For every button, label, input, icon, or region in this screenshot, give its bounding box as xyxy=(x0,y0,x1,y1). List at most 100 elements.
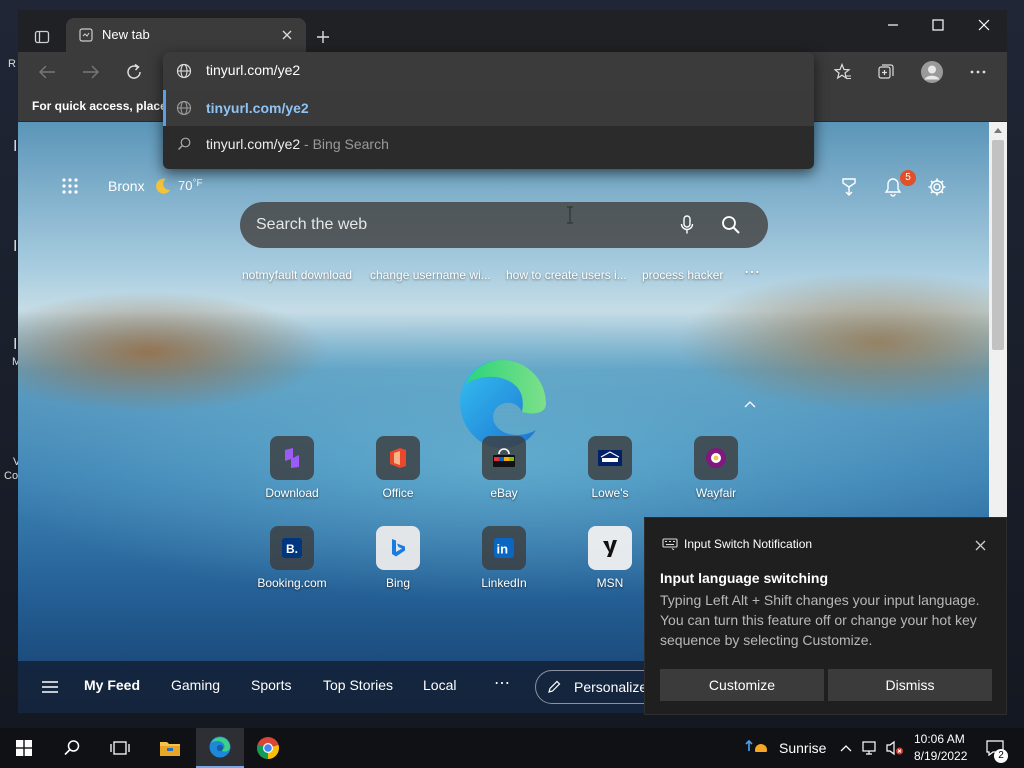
trending-search[interactable]: how to create users i... xyxy=(506,268,627,282)
text-cursor-icon xyxy=(566,206,574,224)
microphone-icon[interactable] xyxy=(676,214,698,236)
quick-link-download[interactable]: Download xyxy=(252,436,332,500)
hamburger-menu-icon[interactable] xyxy=(40,677,60,697)
favorites-bar-hint: For quick access, place y xyxy=(32,99,177,113)
network-icon[interactable] xyxy=(861,739,881,757)
weather-text[interactable]: Sunrise xyxy=(779,740,826,756)
toast-header: Input Switch Notification xyxy=(684,537,813,551)
quick-link-wayfair[interactable]: Wayfair xyxy=(676,436,756,500)
tab-actions-icon[interactable] xyxy=(28,24,56,50)
task-view-icon[interactable] xyxy=(96,728,144,768)
download-icon xyxy=(270,436,314,480)
quick-link-label: MSN xyxy=(596,576,624,590)
quick-link-office[interactable]: Office xyxy=(358,436,438,500)
booking-icon: B. xyxy=(270,526,314,570)
lowes-icon xyxy=(588,436,632,480)
rewards-icon[interactable] xyxy=(836,174,862,200)
start-windows-icon[interactable] xyxy=(0,728,48,768)
minimize-icon[interactable] xyxy=(870,10,916,40)
chrome-icon[interactable] xyxy=(244,728,292,768)
edge-taskbar-icon[interactable] xyxy=(196,728,244,768)
feed-tab-local[interactable]: Local xyxy=(423,677,456,693)
temperature-unit: °F xyxy=(192,178,203,189)
more-options-icon[interactable] xyxy=(963,58,993,86)
collections-icon[interactable] xyxy=(871,58,901,86)
quick-link-label: Booking.com xyxy=(257,576,327,590)
wayfair-icon xyxy=(694,436,738,480)
quick-link-lowes[interactable]: Lowe's xyxy=(570,436,650,500)
moon-weather-icon xyxy=(152,175,174,197)
quick-link-label: Wayfair xyxy=(695,486,737,500)
clock-time[interactable]: 10:06 AM xyxy=(914,732,965,746)
action-center-badge: 2 xyxy=(994,749,1008,763)
trending-search[interactable]: notmyfault download xyxy=(242,268,352,282)
profile-avatar-icon[interactable] xyxy=(917,57,947,87)
chevron-up-icon[interactable] xyxy=(742,398,758,410)
weather-sunrise-icon[interactable] xyxy=(744,738,770,758)
dismiss-button[interactable]: Dismiss xyxy=(828,669,992,701)
address-input[interactable]: tinyurl.com/ye2 xyxy=(163,52,814,90)
refresh-icon[interactable] xyxy=(119,58,149,86)
feed-tab-my-feed[interactable]: My Feed xyxy=(84,677,140,693)
feed-tab-top-stories[interactable]: Top Stories xyxy=(323,677,393,693)
desktop-label: R xyxy=(8,58,16,70)
suggestion-bing-search[interactable]: tinyurl.com/ye2 - Bing Search xyxy=(163,126,814,162)
web-search-box[interactable]: Search the web xyxy=(240,202,768,248)
trending-search[interactable]: change username wi... xyxy=(370,268,491,282)
suggestion-suffix: - Bing Search xyxy=(300,136,389,152)
tray-chevron-up-icon[interactable] xyxy=(838,740,854,756)
trending-search[interactable]: process hacker xyxy=(642,268,723,282)
maximize-icon[interactable] xyxy=(915,10,961,40)
clock-date[interactable]: 8/19/2022 xyxy=(914,749,967,763)
close-tab-icon[interactable] xyxy=(278,26,296,44)
feed-tab-sports[interactable]: Sports xyxy=(251,677,291,693)
scroll-up-arrow-icon[interactable] xyxy=(993,126,1003,134)
quick-link-booking[interactable]: B. Booking.com xyxy=(252,526,332,590)
bing-icon xyxy=(376,526,420,570)
selection-indicator xyxy=(163,90,166,126)
back-arrow-icon[interactable] xyxy=(32,58,62,86)
suggestion-query: tinyurl.com/ye2 xyxy=(206,136,301,152)
desktop-label: I xyxy=(13,138,18,155)
tab-title: New tab xyxy=(102,27,150,42)
tab-new-tab[interactable]: New tab xyxy=(66,18,306,52)
notification-badge: 5 xyxy=(900,170,916,186)
weather-temperature: 70°F xyxy=(178,178,203,193)
linkedin-icon: in xyxy=(482,526,526,570)
feed-tab-gaming[interactable]: Gaming xyxy=(171,677,220,693)
favorites-star-icon[interactable] xyxy=(828,58,858,86)
taskbar-search-icon[interactable] xyxy=(48,728,96,768)
feed-more-options[interactable]: ⋯ xyxy=(494,673,510,693)
desktop-label: I xyxy=(13,336,18,353)
tab-strip: New tab xyxy=(18,10,1007,52)
close-window-icon[interactable] xyxy=(961,10,1007,40)
suggestion-search-text: tinyurl.com/ye2 - Bing Search xyxy=(206,136,389,152)
search-placeholder: Search the web xyxy=(256,216,368,233)
msn-icon xyxy=(588,526,632,570)
toast-body: Typing Left Alt + Shift changes your inp… xyxy=(660,592,980,648)
personalize-label: Personalize xyxy=(574,679,648,695)
search-icon xyxy=(175,135,193,153)
file-explorer-icon[interactable] xyxy=(146,728,194,768)
customize-button[interactable]: Customize xyxy=(660,669,824,701)
scrollbar-thumb[interactable] xyxy=(992,140,1004,350)
trending-more[interactable]: ⋯ xyxy=(744,262,760,282)
quick-link-bing[interactable]: Bing xyxy=(358,526,438,590)
page-settings-gear-icon[interactable] xyxy=(924,174,950,200)
new-tab-plus-icon[interactable] xyxy=(310,24,336,50)
forward-arrow-icon[interactable] xyxy=(76,58,106,86)
quick-link-linkedin[interactable]: in LinkedIn xyxy=(464,526,544,590)
toast-title: Input language switching xyxy=(660,570,828,586)
weather-location[interactable]: Bronx xyxy=(108,178,145,194)
temperature-value: 70 xyxy=(178,178,193,193)
search-icon[interactable] xyxy=(720,214,742,236)
office-icon xyxy=(376,436,420,480)
volume-muted-icon[interactable] xyxy=(885,739,905,757)
quick-link-label: Office xyxy=(382,486,414,500)
toast-close-icon[interactable] xyxy=(971,536,989,554)
quick-link-msn[interactable]: MSN xyxy=(570,526,650,590)
suggestion-url[interactable]: tinyurl.com/ye2 xyxy=(163,90,814,126)
quick-link-ebay[interactable]: eBay xyxy=(464,436,544,500)
quick-link-label: LinkedIn xyxy=(481,576,527,590)
app-launcher-icon[interactable] xyxy=(58,174,82,198)
